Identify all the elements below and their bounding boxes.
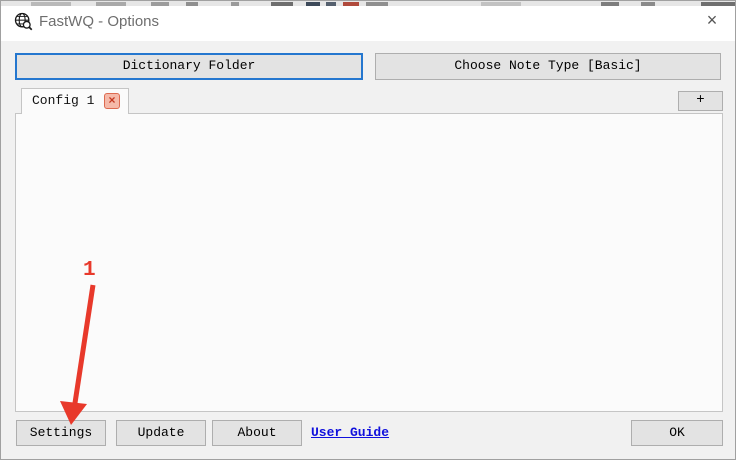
add-config-button[interactable]: + bbox=[678, 91, 723, 111]
tab-config-1[interactable]: Config 1 × bbox=[21, 88, 129, 114]
tab-label: Config 1 bbox=[32, 93, 95, 108]
dictionary-folder-button[interactable]: Dictionary Folder bbox=[15, 53, 363, 80]
tab-close-icon[interactable]: × bbox=[104, 93, 120, 109]
options-dialog: FastWQ - Options × Dictionary Folder Cho… bbox=[0, 0, 736, 460]
update-button[interactable]: Update bbox=[116, 420, 206, 446]
window-title: FastWQ - Options bbox=[39, 13, 160, 30]
user-guide-link[interactable]: User Guide bbox=[311, 425, 389, 440]
annotation-step-number: 1 bbox=[83, 259, 96, 282]
choose-note-type-button[interactable]: Choose Note Type [Basic] bbox=[375, 53, 721, 80]
settings-button[interactable]: Settings bbox=[16, 420, 106, 446]
config-pane bbox=[15, 113, 723, 412]
globe-search-icon bbox=[14, 12, 33, 31]
ok-button[interactable]: OK bbox=[631, 420, 723, 446]
close-icon[interactable]: × bbox=[701, 9, 723, 31]
title-bar: FastWQ - Options × bbox=[1, 6, 735, 41]
about-button[interactable]: About bbox=[212, 420, 302, 446]
